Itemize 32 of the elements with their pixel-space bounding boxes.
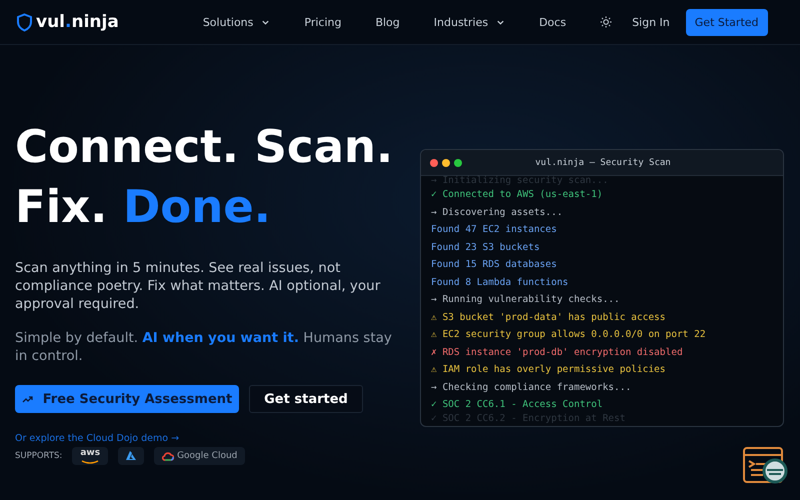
nav-link[interactable]: Docs	[539, 16, 566, 28]
nav-link[interactable]: Industries	[434, 16, 506, 28]
terminal-line: ⚠ EC2 security group allows 0.0.0.0/0 on port 22	[431, 328, 707, 342]
google-cloud-logo: Google Cloud	[154, 447, 246, 465]
terminal-line: Found 47 EC2 instances	[431, 223, 558, 237]
aws-logo: aws	[72, 447, 108, 465]
terminal-line: Found 15 RDS databases	[431, 258, 558, 272]
terminal-line: ⚠ IAM role has overly permissive policies	[431, 363, 666, 377]
terminal-line: ✓ SOC 2 CC6.1 - Access Control	[431, 398, 604, 412]
nav-link[interactable]: Pricing	[304, 16, 342, 28]
get-started-button[interactable]: Get started	[249, 385, 363, 413]
sign-in-link[interactable]: Sign In	[626, 14, 676, 30]
terminal-title: vul.ninja — Security Scan	[534, 158, 672, 168]
terminal-line: Found 23 S3 buckets	[431, 240, 541, 254]
terminal-line: → Running vulnerability checks...	[431, 293, 621, 307]
terminal-line: ✓ Connected to AWS (us-east-1)	[431, 188, 604, 202]
terminal-line: Found 8 Lambda functions	[431, 276, 570, 290]
headline: Connect. Scan.	[15, 119, 394, 175]
demo-link[interactable]: Or explore the Cloud Dojo demo →	[15, 433, 405, 444]
nav-link[interactable]: Blog	[375, 16, 400, 28]
terminal-line: ⚠ S3 bucket 'prod-data' has public access	[431, 310, 666, 324]
terminal-line: ✗ RDS instance 'prod-db' encryption disabled	[431, 346, 684, 360]
terminal-line: → Checking compliance frameworks...	[431, 380, 632, 394]
hero-subtext: Simple by default. AI when you want it. Humans stay in control.	[15, 329, 393, 365]
assessment-button[interactable]: Free Security Assessment	[15, 385, 239, 413]
nav-link[interactable]: Solutions	[202, 16, 270, 28]
logo-text[interactable]: vul.ninja	[36, 12, 119, 32]
terminal-line: → Discovering assets...	[431, 206, 564, 220]
hero-description: Scan anything in 5 minutes. See real issues, not compliance poetry. Fix what matters. AI optional, your approval required.	[15, 259, 382, 313]
headline: Fix. Done.	[15, 179, 271, 235]
supports-label: SUPPORTS:	[15, 451, 62, 461]
get-started-button[interactable]: Get Started	[686, 8, 768, 36]
